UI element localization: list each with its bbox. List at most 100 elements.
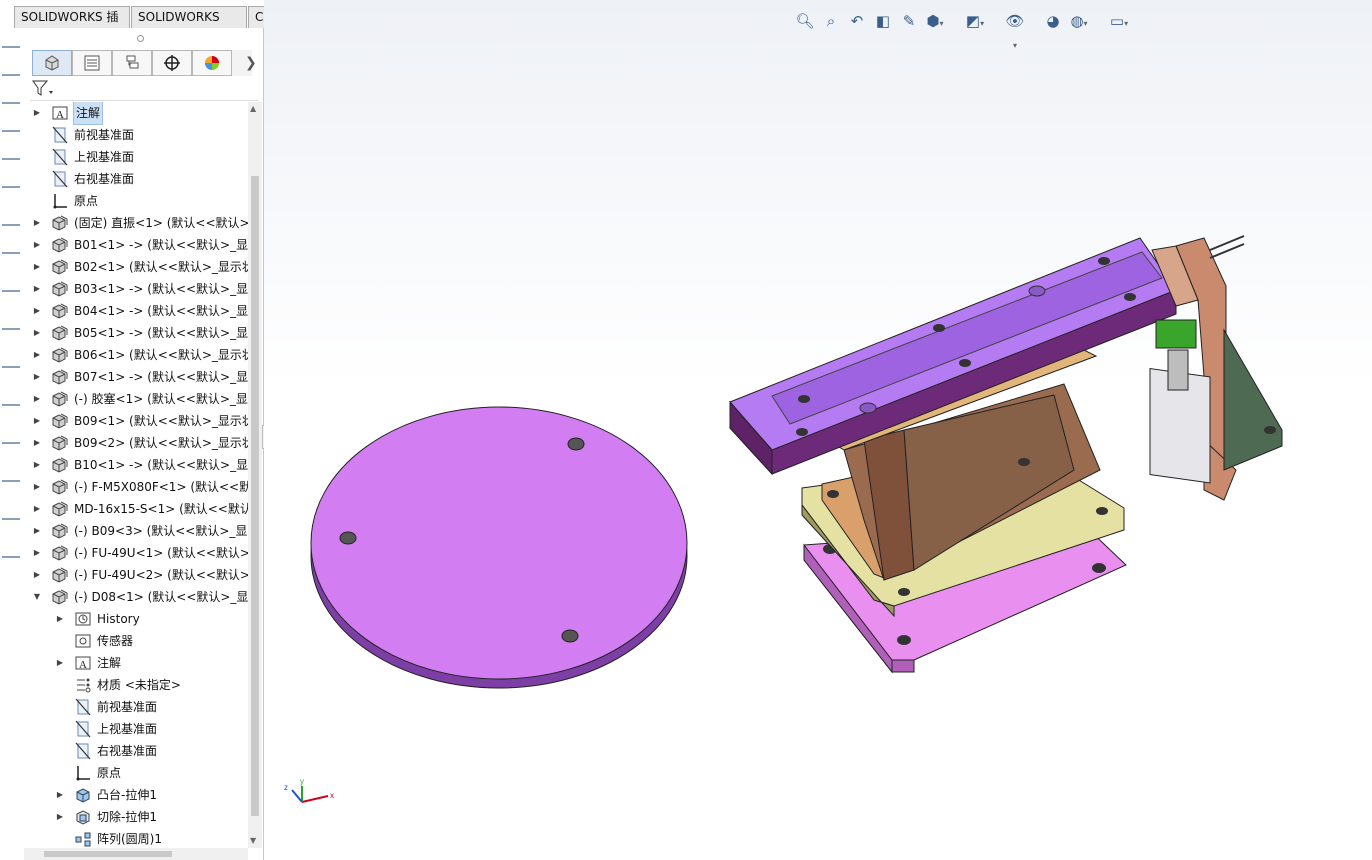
tree-item[interactable]: ▶ B09<2> (默认<<默认>_显示状 xyxy=(24,432,248,454)
tree-item-label: (-) 胶塞<1> (默认<<默认>_显示 xyxy=(74,392,248,406)
tree-item[interactable]: ▶ B09<1> (默认<<默认>_显示状 xyxy=(24,410,248,432)
component-icon xyxy=(51,412,69,430)
disc-part[interactable] xyxy=(310,406,688,689)
plane-icon xyxy=(51,148,69,166)
expand-arrow-icon[interactable]: ▶ xyxy=(32,410,42,432)
tree-item[interactable]: ▶ B05<1> -> (默认<<默认>_显示 xyxy=(24,322,248,344)
tab-solidworks-addins[interactable]: SOLIDWORKS 插件 xyxy=(14,6,130,45)
expand-arrow-icon[interactable]: ▶ xyxy=(32,498,42,520)
expand-arrow-icon[interactable]: ▶ xyxy=(32,388,42,410)
expand-arrow-icon[interactable]: ▶ xyxy=(32,344,42,366)
strip-button[interactable] xyxy=(2,224,20,226)
tree-item[interactable]: ▶ 凸台-拉伸1 xyxy=(24,784,248,806)
tree-item[interactable]: ▶ A 注解 xyxy=(24,652,248,674)
strip-button[interactable] xyxy=(2,46,20,48)
panel-grip[interactable] xyxy=(137,35,144,42)
strip-button[interactable] xyxy=(2,74,20,76)
expand-arrow-icon[interactable]: ▶ xyxy=(32,542,42,564)
expand-arrow-icon[interactable]: ▶ xyxy=(32,300,42,322)
tree-item[interactable]: 材质 <未指定> xyxy=(24,674,248,696)
tree-item[interactable]: 上视基准面 xyxy=(24,146,248,168)
strip-button[interactable] xyxy=(2,518,20,520)
expand-arrow-icon[interactable]: ▶ xyxy=(32,212,42,234)
tree-item[interactable]: ▶ History xyxy=(24,608,248,630)
property-manager-tab[interactable] xyxy=(72,50,112,76)
strip-button[interactable] xyxy=(2,102,20,104)
tree-item[interactable]: 原点 xyxy=(24,762,248,784)
tree-item[interactable]: ▶ B04<1> -> (默认<<默认>_显示 xyxy=(24,300,248,322)
expand-arrow-icon[interactable]: ▶ xyxy=(32,520,42,542)
expand-arrow-icon[interactable]: ▶ xyxy=(32,432,42,454)
strip-button[interactable] xyxy=(2,556,20,558)
scroll-up-icon[interactable]: ▲ xyxy=(250,104,256,113)
tree-item[interactable]: ▶ MD-16x15-S<1> (默认<<默认 xyxy=(24,498,248,520)
expand-arrow-icon[interactable]: ▶ xyxy=(32,278,42,300)
expand-arrow-icon[interactable]: ▶ xyxy=(32,256,42,278)
tree-item[interactable]: 前视基准面 xyxy=(24,124,248,146)
tree-item[interactable]: 原点 xyxy=(24,190,248,212)
tree-item[interactable]: ▼ (-) D08<1> (默认<<默认>_显示 xyxy=(24,586,248,608)
tree-item[interactable]: ▶ (-) 胶塞<1> (默认<<默认>_显示 xyxy=(24,388,248,410)
filter-icon[interactable] xyxy=(30,78,54,98)
tree-item[interactable]: ▶ B03<1> -> (默认<<默认>_显示 xyxy=(24,278,248,300)
strip-button[interactable] xyxy=(2,328,20,330)
tree-item[interactable]: ▶ B01<1> -> (默认<<默认>_显示 xyxy=(24,234,248,256)
expand-arrow-icon[interactable]: ▶ xyxy=(32,102,42,124)
tree-item[interactable]: ▶ B06<1> (默认<<默认>_显示状 xyxy=(24,344,248,366)
tree-item[interactable]: ▶ B02<1> (默认<<默认>_显示状 xyxy=(24,256,248,278)
strip-button[interactable] xyxy=(2,252,20,254)
strip-button[interactable] xyxy=(2,130,20,132)
expand-arrow-icon[interactable]: ▶ xyxy=(55,608,65,630)
scroll-thumb[interactable] xyxy=(44,851,172,857)
tree-vertical-scrollbar[interactable]: ▲ ▼ xyxy=(248,102,262,848)
expand-arrow-icon[interactable]: ▶ xyxy=(32,234,42,256)
tree-item[interactable]: ▶ (固定) 直振<1> (默认<<默认>_ xyxy=(24,212,248,234)
strip-button[interactable] xyxy=(2,158,20,160)
tree-item[interactable]: ▶ (-) FU-49U<2> (默认<<默认>_ xyxy=(24,564,248,586)
collapse-arrow-icon[interactable]: ▼ xyxy=(32,586,42,608)
tree-item[interactable]: ▶ B07<1> -> (默认<<默认>_显示 xyxy=(24,366,248,388)
tree-horizontal-scrollbar[interactable] xyxy=(24,848,248,860)
expand-arrow-icon[interactable]: ▶ xyxy=(55,652,65,674)
tree-item-label: B10<1> -> (默认<<默认>_显示 xyxy=(74,458,248,472)
tree-item-label: 传感器 xyxy=(97,634,134,648)
tree-item[interactable]: 传感器 xyxy=(24,630,248,652)
coordinate-triad: x y z xyxy=(284,777,334,803)
tree-item-label: B09<1> (默认<<默认>_显示状 xyxy=(74,414,248,428)
tree-item[interactable]: ▶ (-) F-M5X080F<1> (默认<<默认 xyxy=(24,476,248,498)
graphics-area[interactable]: 🔍︎ ⌕ ↶ ◧ ✎ ⬢▾ ◩▾ 👁︎▾ ◕ ◍▾ ▭▾ x y z xyxy=(264,0,1372,860)
tree-item[interactable]: ▶ (-) FU-49U<1> (默认<<默认>_ xyxy=(24,542,248,564)
fm-tabs-scroll-right-icon[interactable]: ❯ xyxy=(245,55,257,71)
tree-filter[interactable] xyxy=(30,78,258,101)
strip-button[interactable] xyxy=(2,186,20,188)
expand-arrow-icon[interactable]: ▶ xyxy=(32,564,42,586)
tree-item[interactable]: 右视基准面 xyxy=(24,740,248,762)
tree-item[interactable]: ▶ (-) B09<3> (默认<<默认>_显示 xyxy=(24,520,248,542)
scroll-down-icon[interactable]: ▼ xyxy=(250,836,256,845)
tree-item[interactable]: ▶ A 注解 xyxy=(24,102,248,125)
strip-button[interactable] xyxy=(2,290,20,292)
scroll-thumb[interactable] xyxy=(251,176,259,816)
expand-arrow-icon[interactable]: ▶ xyxy=(32,322,42,344)
model-scene[interactable]: x y z xyxy=(264,0,1372,860)
tree-item[interactable]: ▶ 切除-拉伸1 xyxy=(24,806,248,828)
strip-button[interactable] xyxy=(2,442,20,444)
tree-item[interactable]: 上视基准面 xyxy=(24,718,248,740)
strip-button[interactable] xyxy=(2,480,20,482)
strip-button[interactable] xyxy=(2,404,20,406)
dimxpert-tab[interactable] xyxy=(152,50,192,76)
expand-arrow-icon[interactable]: ▶ xyxy=(32,476,42,498)
strip-button[interactable] xyxy=(2,366,20,368)
tree-item[interactable]: 前视基准面 xyxy=(24,696,248,718)
tab-solidworks-mbd[interactable]: SOLIDWORKS MBD xyxy=(131,6,247,45)
expand-arrow-icon[interactable]: ▶ xyxy=(55,806,65,828)
feature-manager-tab[interactable] xyxy=(32,50,72,76)
tree-item[interactable]: 右视基准面 xyxy=(24,168,248,190)
expand-arrow-icon[interactable]: ▶ xyxy=(32,366,42,388)
tree-item[interactable]: ▶ B10<1> -> (默认<<默认>_显示 xyxy=(24,454,248,476)
display-manager-tab[interactable] xyxy=(192,50,232,76)
tree-item[interactable]: 阵列(圆周)1 xyxy=(24,828,248,850)
expand-arrow-icon[interactable]: ▶ xyxy=(55,784,65,806)
expand-arrow-icon[interactable]: ▶ xyxy=(32,454,42,476)
configuration-manager-tab[interactable] xyxy=(112,50,152,76)
